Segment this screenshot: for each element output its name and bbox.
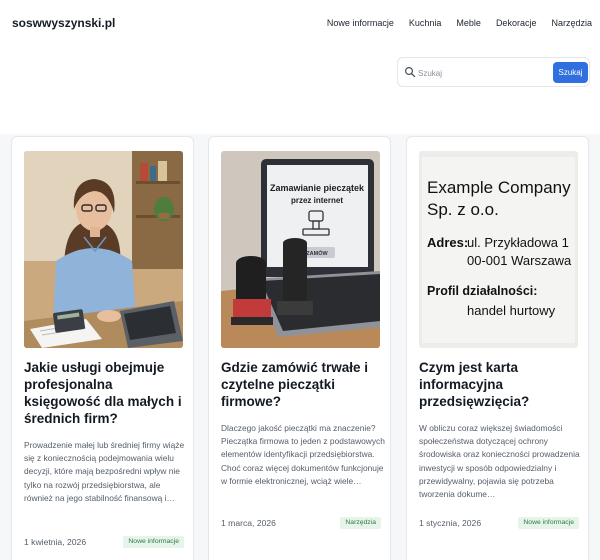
search-box: Szukaj (397, 57, 590, 87)
site-header: soswwyszynski.pl Nowe informacje Kuchnia… (0, 0, 600, 48)
address-line2: 00-001 Warszawa (467, 253, 572, 268)
search-input[interactable] (418, 65, 536, 81)
article-date: 1 stycznia, 2026 (419, 518, 482, 528)
article-title[interactable]: Jakie usługi obejmuje profesjonalna księ… (24, 359, 186, 427)
article-card[interactable]: Example Company Sp. z o.o. Adres: ul. Pr… (406, 136, 589, 560)
nav-item-kuchnia[interactable]: Kuchnia (409, 18, 442, 28)
nav-item-dekoracje[interactable]: Dekoracje (496, 18, 537, 28)
screen-heading-line2: przez internet (291, 196, 343, 205)
company-name-line1: Example Company (427, 178, 571, 197)
nav-item-nowe-informacje[interactable]: Nowe informacje (327, 18, 394, 28)
profile-label: Profil działalności: (427, 284, 537, 298)
article-date: 1 marca, 2026 (221, 518, 276, 528)
company-name-line2: Sp. z o.o. (427, 200, 499, 219)
search-button[interactable]: Szukaj (553, 62, 588, 83)
category-badge[interactable]: Nowe informacje (518, 517, 579, 529)
article-title[interactable]: Gdzie zamówić trwałe i czytelne pieczątk… (221, 359, 383, 410)
article-excerpt: W obliczu coraz większej świadomości spo… (419, 423, 580, 500)
screen-heading-line1: Zamawianie pieczątek (270, 183, 365, 193)
article-title[interactable]: Czym jest karta informacyjna przedsięwzi… (419, 359, 581, 410)
profile-value: handel hurtowy (467, 303, 556, 318)
article-image-accounting[interactable] (24, 151, 183, 348)
category-badge[interactable]: Narzędzia (340, 517, 381, 529)
address-line1: ul. Przykładowa 1 (467, 235, 569, 250)
article-date: 1 kwietnia, 2026 (24, 537, 87, 547)
article-card[interactable]: Jakie usługi obejmuje profesjonalna księ… (11, 136, 194, 560)
search-section: Szukaj (0, 48, 600, 134)
article-excerpt: Prowadzenie małej lub średniej firmy wią… (24, 440, 185, 503)
nav-item-meble[interactable]: Meble (456, 18, 481, 28)
article-image-stamps[interactable]: Zamawianie pieczątek przez internet ZAMÓ… (221, 151, 380, 348)
article-card[interactable]: Zamawianie pieczątek przez internet ZAMÓ… (208, 136, 391, 560)
address-label: Adres: (427, 235, 468, 250)
screen-order-button: ZAMÓW (306, 249, 328, 257)
site-logo[interactable]: soswwyszynski.pl (12, 16, 115, 30)
nav-item-narzedzia[interactable]: Narzędzia (551, 18, 592, 28)
category-badge[interactable]: Nowe informacje (123, 536, 184, 548)
main-nav: Nowe informacje Kuchnia Meble Dekoracje … (327, 18, 592, 28)
search-icon (404, 66, 416, 78)
article-image-company-card[interactable]: Example Company Sp. z o.o. Adres: ul. Pr… (419, 151, 578, 348)
article-excerpt: Dlaczego jakość pieczątki ma znaczenie? … (221, 423, 385, 486)
